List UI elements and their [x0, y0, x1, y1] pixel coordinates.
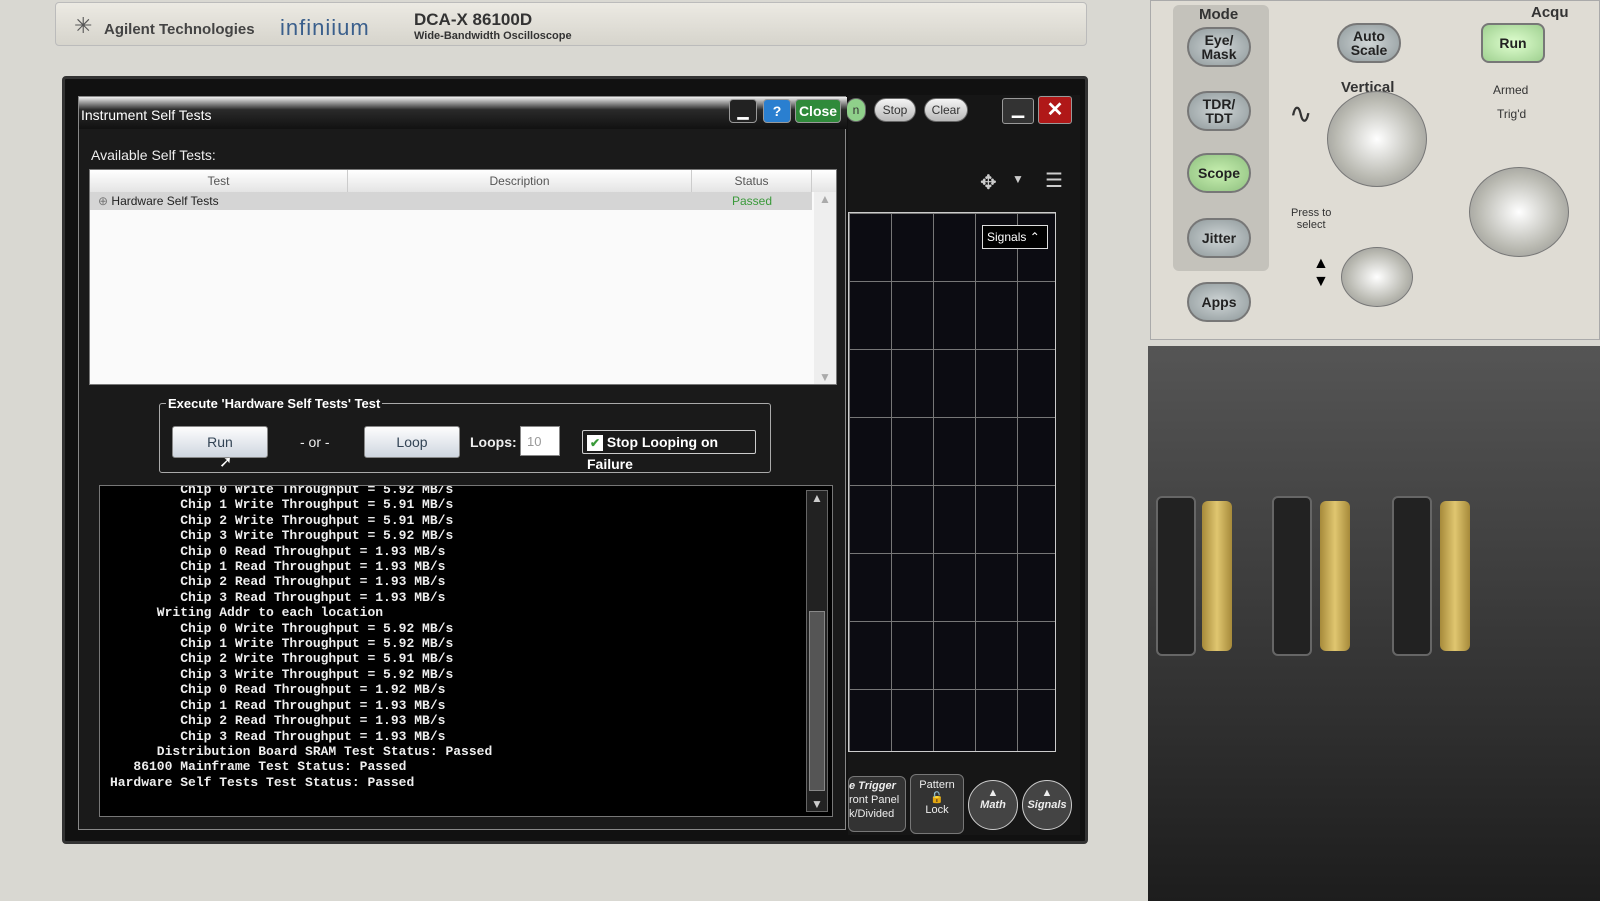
- waveform-grid: [848, 212, 1056, 752]
- execute-label: Execute 'Hardware Self Tests' Test: [166, 396, 383, 411]
- move-icon[interactable]: ✥: [980, 170, 997, 195]
- connector: [1156, 496, 1196, 656]
- press-select-label: Press to select: [1291, 207, 1332, 231]
- stop-on-failure-checkbox[interactable]: ✔ Stop Looping on Failure: [582, 430, 756, 472]
- available-label: Available Self Tests:: [91, 147, 216, 163]
- unlock-icon: 🔓: [930, 792, 944, 804]
- eye-mask-button[interactable]: Eye/ Mask: [1187, 27, 1251, 67]
- armed-indicator: Armed: [1493, 83, 1529, 97]
- wave-icon: ∿: [1289, 98, 1313, 129]
- company-name: Agilent Technologies: [104, 21, 255, 38]
- front-panel-label: ront Panel: [849, 794, 900, 806]
- connector: [1272, 496, 1312, 656]
- dsub-connector: [1320, 501, 1350, 651]
- horizontal-knob[interactable]: [1469, 167, 1569, 257]
- signals-dropdown[interactable]: Signals ⌃: [982, 225, 1048, 249]
- console-scrollbar[interactable]: ▲ ▼: [806, 490, 828, 812]
- scroll-thumb[interactable]: [809, 611, 825, 791]
- apps-button[interactable]: Apps: [1187, 282, 1251, 322]
- loops-label: Loops:: [470, 434, 517, 450]
- jitter-button[interactable]: Jitter: [1187, 218, 1251, 258]
- run-button[interactable]: n: [846, 98, 866, 122]
- vertical-scale-knob[interactable]: [1327, 91, 1427, 187]
- expand-icon[interactable]: ⊕: [98, 194, 108, 208]
- status-badge: Passed: [731, 194, 773, 208]
- minimize-button[interactable]: ▁: [1002, 98, 1034, 124]
- stop-on-failure-label: Stop Looping on Failure: [587, 434, 719, 472]
- trigd-indicator: Trig'd: [1497, 107, 1527, 121]
- acq-run-button[interactable]: Run: [1481, 23, 1545, 63]
- product-line: infiniium: [280, 15, 370, 40]
- signals-label: Signals: [1027, 799, 1067, 811]
- test-output-console: Chip 0 Write Throughput = 5.92 MB/s Chip…: [99, 485, 833, 817]
- pattern-lock-button[interactable]: Pattern 🔓 Lock: [910, 774, 964, 834]
- auto-scale-button[interactable]: Auto Scale: [1337, 23, 1401, 63]
- tests-table: Test Description Status ⊕ Hardware Self …: [89, 169, 837, 385]
- help-button[interactable]: ?: [763, 99, 791, 123]
- vertical-offset-knob[interactable]: [1341, 247, 1413, 307]
- loop-button[interactable]: Loop: [364, 426, 460, 458]
- dsub-connector: [1440, 501, 1470, 651]
- dropdown-icon[interactable]: ▼: [1012, 172, 1024, 186]
- clear-button[interactable]: Clear: [924, 98, 968, 122]
- execute-group: Execute 'Hardware Self Tests' Test Run -…: [159, 396, 771, 473]
- signals-button[interactable]: ▲ Signals: [1022, 780, 1072, 830]
- pattern-label: Pattern: [919, 779, 955, 791]
- dsub-connector: [1202, 501, 1232, 651]
- model-subtitle: Wide-Bandwidth Oscilloscope: [414, 30, 572, 42]
- acquisition-label: Acqu: [1531, 4, 1569, 21]
- table-header: Test Description Status: [90, 170, 836, 192]
- column-test: Test: [90, 170, 348, 192]
- mouse-cursor-icon: ➚: [219, 454, 233, 471]
- column-status: Status: [692, 170, 812, 192]
- tdr-tdt-button[interactable]: TDR/ TDT: [1187, 91, 1251, 131]
- scope-mode-button[interactable]: Scope: [1187, 153, 1251, 193]
- trigger-button[interactable]: e Trigger ront Panel k/Divided: [848, 776, 906, 832]
- close-button[interactable]: Close: [795, 99, 841, 123]
- up-down-icon: ▲ ▼: [1313, 255, 1329, 290]
- or-label: - or -: [300, 434, 330, 450]
- front-panel: Mode Eye/ Mask TDR/ TDT Scope Jitter App…: [1150, 0, 1600, 340]
- loops-input[interactable]: [520, 426, 560, 456]
- test-name: Hardware Self Tests: [111, 194, 219, 208]
- stop-button[interactable]: Stop: [874, 98, 916, 122]
- column-description: Description: [348, 170, 692, 192]
- connector: [1392, 496, 1432, 656]
- dialog-minimize-button[interactable]: ▁: [729, 99, 757, 123]
- table-scrollbar[interactable]: ▲ ▼: [814, 192, 836, 384]
- table-row[interactable]: ⊕ Hardware Self Tests Passed: [90, 192, 812, 210]
- checkmark-icon: ✔: [587, 435, 603, 451]
- trigger-label: e Trigger: [849, 780, 896, 792]
- mode-label: Mode: [1199, 6, 1239, 23]
- model-name: DCA-X 86100D: [414, 10, 533, 29]
- math-label: Math: [980, 799, 1006, 811]
- self-test-dialog: Instrument Self Tests ▁ ? Close Availabl…: [78, 96, 847, 830]
- lock-label: Lock: [925, 804, 949, 816]
- math-button[interactable]: ▲ Math: [968, 780, 1018, 830]
- menu-icon[interactable]: ☰: [1045, 168, 1063, 193]
- signals-label: Signals: [987, 230, 1027, 244]
- test-description: [348, 192, 692, 210]
- brand-strip: ✳ Agilent Technologies infiniium DCA-X 8…: [55, 2, 1087, 46]
- close-window-button[interactable]: ✕: [1038, 96, 1072, 124]
- divided-label: k/Divided: [849, 808, 895, 820]
- console-text: Chip 0 Write Throughput = 5.92 MB/s Chip…: [110, 485, 493, 790]
- agilent-logo-icon: ✳: [74, 13, 93, 38]
- module-bay: [1148, 346, 1600, 901]
